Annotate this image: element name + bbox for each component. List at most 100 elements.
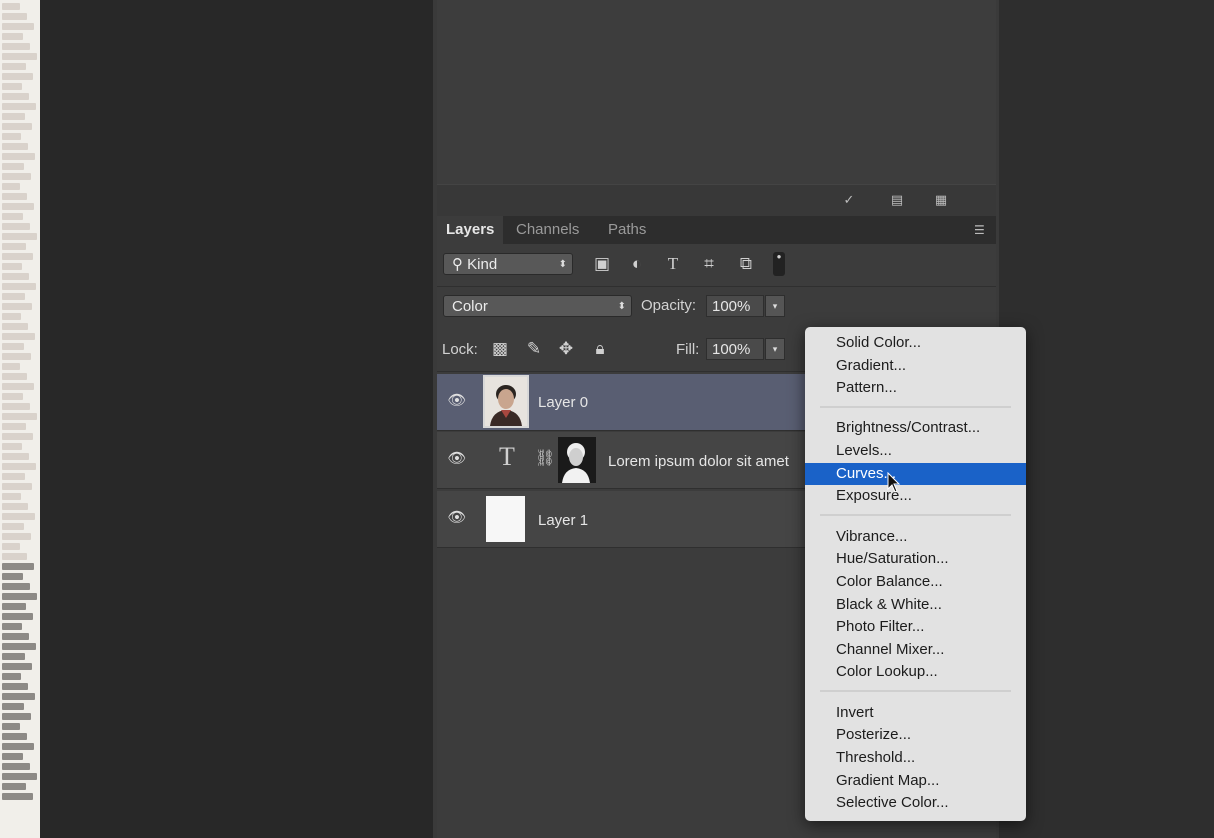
- document-text-line: [2, 213, 23, 220]
- mouse-cursor-icon: [887, 472, 901, 493]
- menu-item-invert[interactable]: Invert: [805, 702, 1026, 724]
- document-text-line: [2, 113, 25, 120]
- document-text-line: [2, 703, 24, 710]
- lock-position-icon[interactable]: ✥: [556, 339, 576, 359]
- kind-filter-select[interactable]: ⚲ Kind ⬍: [443, 253, 573, 275]
- menu-item-threshold[interactable]: Threshold...: [805, 747, 1026, 769]
- document-text-line: [2, 723, 20, 730]
- menu-item-solid-color[interactable]: Solid Color...: [805, 332, 1026, 354]
- fill-input[interactable]: 100%: [706, 338, 764, 360]
- layer-thumbnail: [483, 375, 529, 428]
- document-text-line: [2, 693, 35, 700]
- new-snapshot-icon[interactable]: ▤: [889, 193, 905, 207]
- menu-item-pattern[interactable]: Pattern...: [805, 377, 1026, 399]
- menu-item-exposure[interactable]: Exposure...: [805, 485, 1026, 507]
- menu-item-photo-filter[interactable]: Photo Filter...: [805, 616, 1026, 638]
- menu-item-color-balance[interactable]: Color Balance...: [805, 571, 1026, 593]
- document-text-line: [2, 263, 22, 270]
- filter-toggle-icon[interactable]: ●: [773, 252, 785, 276]
- menu-item-brightness-contrast[interactable]: Brightness/Contrast...: [805, 417, 1026, 439]
- mask-thumbnail-icon: [558, 437, 596, 483]
- document-text-line: [2, 443, 22, 450]
- fill-dropdown-button[interactable]: ▾: [765, 338, 785, 360]
- document-text-line: [2, 623, 22, 630]
- opacity-input[interactable]: 100%: [706, 295, 764, 317]
- workspace-background: [40, 0, 433, 838]
- menu-item-selective-color[interactable]: Selective Color...: [805, 792, 1026, 814]
- document-text-line: [2, 433, 33, 440]
- visibility-eye-icon[interactable]: 👁︎: [447, 451, 467, 467]
- document-text-line: [2, 513, 35, 520]
- document-text-line: [2, 763, 30, 770]
- document-text-line: [2, 373, 27, 380]
- document-text-line: [2, 423, 26, 430]
- menu-item-gradient-map[interactable]: Gradient Map...: [805, 770, 1026, 792]
- chevron-updown-icon: ⬍: [617, 301, 626, 312]
- document-text-line: [2, 753, 23, 760]
- document-text-line: [2, 243, 26, 250]
- menu-item-curves[interactable]: Curves...: [805, 462, 1026, 485]
- menu-item-channel-mixer[interactable]: Channel Mixer...: [805, 639, 1026, 661]
- menu-item-posterize[interactable]: Posterize...: [805, 724, 1026, 746]
- document-text-line: [2, 673, 21, 680]
- visibility-eye-icon[interactable]: 👁︎: [447, 510, 467, 526]
- document-text-line: [2, 793, 33, 800]
- menu-item-vibrance[interactable]: Vibrance...: [805, 526, 1026, 548]
- lock-transparent-icon[interactable]: ▩: [490, 339, 510, 359]
- visibility-eye-icon[interactable]: 👁︎: [447, 393, 467, 409]
- tab-channels[interactable]: Channels: [507, 216, 588, 244]
- document-text-line: [2, 643, 36, 650]
- layer-mask-thumbnail: [558, 437, 596, 483]
- menu-item-gradient[interactable]: Gradient...: [805, 355, 1026, 377]
- document-text-line: [2, 333, 35, 340]
- delete-icon[interactable]: ▦: [933, 193, 949, 207]
- document-text-line: [2, 173, 31, 180]
- document-text-line: [2, 193, 27, 200]
- document-text-line: [2, 563, 34, 570]
- workspace-right: [999, 0, 1214, 838]
- blend-mode-select[interactable]: Color ⬍: [443, 295, 632, 317]
- type-filter-icon[interactable]: T: [663, 254, 683, 274]
- document-text-line: [2, 383, 34, 390]
- document-text-line: [2, 493, 21, 500]
- opacity-dropdown-button[interactable]: ▾: [765, 295, 785, 317]
- document-text-line: [2, 363, 20, 370]
- tab-layers[interactable]: Layers: [437, 216, 504, 244]
- document-text-line: [2, 743, 34, 750]
- divider: [437, 286, 996, 287]
- menu-separator: [820, 405, 1011, 408]
- document-text-line: [2, 43, 30, 50]
- new-adjustment-layer-menu: Solid Color... Gradient... Pattern... Brigh…: [805, 327, 1026, 821]
- document-text-line: [2, 653, 25, 660]
- menu-item-levels[interactable]: Levels...: [805, 440, 1026, 462]
- adjustment-filter-icon[interactable]: ◐: [627, 254, 647, 274]
- document-text-line: [2, 473, 25, 480]
- image-filter-icon[interactable]: ▣: [592, 254, 612, 274]
- document-text-line: [2, 403, 30, 410]
- checkmark-icon[interactable]: ✓: [841, 193, 857, 207]
- document-text-line: [2, 33, 23, 40]
- layer-name[interactable]: Lorem ipsum dolor sit amet: [608, 453, 808, 470]
- panel-menu-icon[interactable]: ☰: [974, 224, 988, 236]
- menu-item-hue-saturation[interactable]: Hue/Saturation...: [805, 548, 1026, 570]
- document-text-line: [2, 523, 24, 530]
- document-text-line: [2, 93, 29, 100]
- layer-name[interactable]: Layer 1: [538, 512, 588, 529]
- lock-all-icon[interactable]: 🔒︎: [590, 339, 610, 359]
- layer-thumbnail: [486, 496, 525, 542]
- shape-filter-icon[interactable]: ⌗: [699, 254, 719, 274]
- document-text-line: [2, 73, 33, 80]
- document-text-line: [2, 393, 23, 400]
- document-text-line: [2, 503, 28, 510]
- document-text-line: [2, 293, 25, 300]
- document-text-line: [2, 733, 27, 740]
- layer-name[interactable]: Layer 0: [538, 394, 588, 411]
- smart-object-filter-icon[interactable]: ⧉: [736, 254, 756, 274]
- menu-item-black-white[interactable]: Black & White...: [805, 594, 1026, 616]
- tab-paths[interactable]: Paths: [599, 216, 655, 244]
- chevron-updown-icon: ⬍: [558, 259, 567, 270]
- link-icon[interactable]: ⛓: [535, 449, 555, 469]
- menu-item-color-lookup[interactable]: Color Lookup...: [805, 661, 1026, 683]
- document-text-line: [2, 283, 36, 290]
- lock-pixels-icon[interactable]: ✎: [524, 339, 544, 359]
